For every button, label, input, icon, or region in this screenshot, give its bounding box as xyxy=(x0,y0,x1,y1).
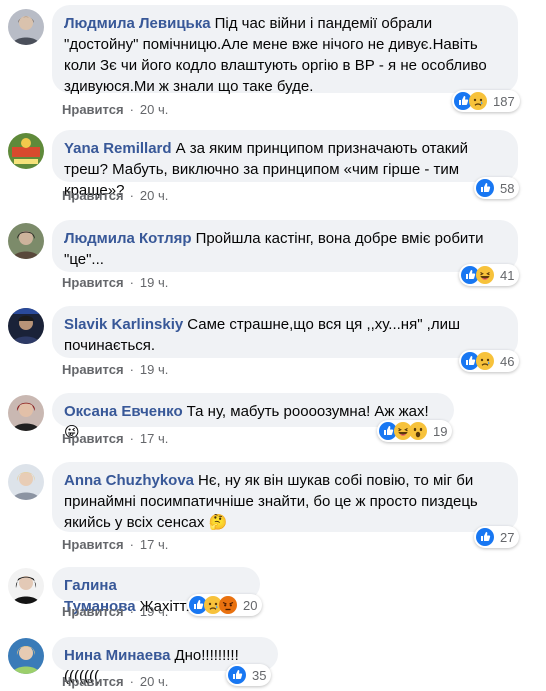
reactions-summary[interactable]: 20 xyxy=(187,594,263,616)
comment-timestamp[interactable]: 19 ч. xyxy=(140,362,168,377)
like-icon xyxy=(476,528,494,546)
reaction-count: 20 xyxy=(243,597,258,613)
comment-actions: Нравится · 20 ч. xyxy=(62,102,169,117)
comment-bubble: Anna Chuzhykova Нє, ну як він шукав собі … xyxy=(52,462,518,532)
reactions-summary[interactable]: 46 xyxy=(459,350,520,372)
comment-actions: Нравится · 20 ч. xyxy=(62,674,169,689)
comment-author[interactable]: Anna Chuzhykova xyxy=(64,472,194,489)
reaction-count: 35 xyxy=(252,667,267,683)
comment-author[interactable]: Людмила Котляр xyxy=(64,230,192,247)
avatar[interactable] xyxy=(8,223,44,259)
comment-bubble: Людмила Левицька Під час війни і пандемії… xyxy=(52,5,518,95)
like-button[interactable]: Нравится xyxy=(62,537,124,552)
comment-timestamp[interactable]: 17 ч. xyxy=(140,431,168,446)
comment-bubble: Yana Remillard А за яким принципом призна… xyxy=(52,130,518,199)
reaction-count: 58 xyxy=(500,180,515,196)
comment-actions: Нравится · 19 ч. xyxy=(62,275,169,290)
comment-author[interactable]: Slavik Karlinskiy xyxy=(64,316,183,333)
comment-timestamp[interactable]: 20 ч. xyxy=(140,674,168,689)
comment-author[interactable]: Нина Минаева xyxy=(64,647,170,664)
avatar[interactable] xyxy=(8,568,44,604)
reactions-summary[interactable]: 58 xyxy=(474,177,520,199)
reaction-count: 19 xyxy=(433,423,448,439)
reactions-summary[interactable]: 41 xyxy=(459,264,520,286)
reaction-count: 46 xyxy=(500,353,515,369)
comment-timestamp[interactable]: 20 ч. xyxy=(140,188,168,203)
reactions-summary[interactable]: 19 xyxy=(377,420,453,442)
reaction-count: 41 xyxy=(500,267,515,283)
like-button[interactable]: Нравится xyxy=(62,275,124,290)
comment-actions: Нравится · 19 ч. xyxy=(62,362,169,377)
comment-author[interactable]: Людмила Левицька xyxy=(64,15,211,32)
avatar[interactable] xyxy=(8,638,44,674)
comment-actions: Нравится · 17 ч. xyxy=(62,537,169,552)
comment-actions: Нравится · 17 ч. xyxy=(62,431,169,446)
like-button[interactable]: Нравится xyxy=(62,604,124,619)
comment-bubble: Slavik Karlinskiy Саме страшне,що вся ця … xyxy=(52,306,518,358)
comment-author[interactable]: Оксана Евченко xyxy=(64,403,183,420)
comment-actions: Нравится · 20 ч. xyxy=(62,188,169,203)
reactions-summary[interactable]: 187 xyxy=(452,90,520,112)
like-button[interactable]: Нравится xyxy=(62,431,124,446)
comment-timestamp[interactable]: 19 ч. xyxy=(140,604,168,619)
comment-timestamp[interactable]: 20 ч. xyxy=(140,102,168,117)
like-icon xyxy=(228,666,246,684)
avatar[interactable] xyxy=(8,395,44,431)
like-button[interactable]: Нравится xyxy=(62,188,124,203)
like-icon xyxy=(476,179,494,197)
comment-actions: Нравится · 19 ч. xyxy=(62,604,169,619)
sad-icon xyxy=(469,92,487,110)
wow-icon xyxy=(409,422,427,440)
avatar[interactable] xyxy=(8,133,44,169)
reaction-count: 187 xyxy=(493,93,515,109)
comment-timestamp[interactable]: 19 ч. xyxy=(140,275,168,290)
comment-author[interactable]: Yana Remillard xyxy=(64,140,172,157)
comment-bubble: Людмила Котляр Пройшла кастінг, вона добр… xyxy=(52,220,518,272)
avatar[interactable] xyxy=(8,464,44,500)
reactions-summary[interactable]: 35 xyxy=(226,664,272,686)
reaction-count: 27 xyxy=(500,529,515,545)
sad-icon xyxy=(476,352,494,370)
like-button[interactable]: Нравится xyxy=(62,362,124,377)
reactions-summary[interactable]: 27 xyxy=(474,526,520,548)
comment-timestamp[interactable]: 17 ч. xyxy=(140,537,168,552)
haha-icon xyxy=(476,266,494,284)
angry-icon xyxy=(219,596,237,614)
like-button[interactable]: Нравится xyxy=(62,674,124,689)
avatar[interactable] xyxy=(8,9,44,45)
avatar[interactable] xyxy=(8,308,44,344)
like-button[interactable]: Нравится xyxy=(62,102,124,117)
